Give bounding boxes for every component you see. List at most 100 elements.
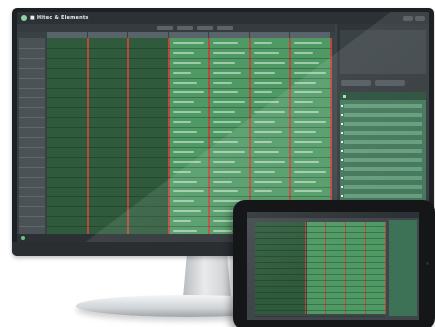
grid-cell[interactable]	[172, 41, 204, 44]
toolbar-button-3[interactable]	[197, 26, 213, 30]
grid-cell[interactable]	[172, 160, 201, 163]
grid-cell[interactable]	[172, 121, 191, 124]
toolbar-button-4[interactable]	[217, 26, 233, 30]
grid-cell[interactable]	[172, 220, 191, 223]
grid-cell[interactable]	[294, 71, 326, 74]
grid-cell[interactable]	[172, 230, 198, 233]
grid-cell[interactable]	[294, 81, 316, 84]
side-list-item[interactable]	[341, 194, 422, 198]
side-panel-button-1[interactable]	[341, 80, 371, 86]
side-list-item[interactable]	[341, 104, 422, 108]
header-control-button[interactable]	[403, 15, 413, 21]
grid-row-line	[47, 166, 331, 168]
tablet-grid-row-line	[255, 316, 385, 317]
grid-cell[interactable]	[294, 140, 323, 143]
grid-cell[interactable]	[294, 61, 320, 64]
status-indicator-icon	[21, 236, 25, 240]
row-header-line	[19, 176, 45, 178]
bullet-icon	[341, 150, 343, 152]
row-header-line	[19, 196, 45, 198]
grid-cell[interactable]	[213, 121, 242, 124]
grid-cell[interactable]	[294, 41, 323, 44]
grid-cell[interactable]	[253, 41, 273, 44]
side-panel-button-2[interactable]	[375, 80, 405, 86]
side-list-item[interactable]	[341, 113, 422, 117]
side-list-item[interactable]	[341, 185, 422, 189]
grid-cell[interactable]	[172, 71, 191, 74]
row-header-line	[19, 87, 45, 89]
grid-cell[interactable]	[213, 180, 232, 183]
grid-cell[interactable]	[253, 131, 282, 134]
side-list-header	[340, 92, 426, 100]
grid-cell[interactable]	[172, 210, 201, 213]
tablet-grid-row-line	[255, 268, 385, 269]
tablet-grid-row-line	[255, 280, 385, 281]
grid-row-line	[47, 127, 331, 129]
side-list-item[interactable]	[341, 122, 422, 126]
side-list-item[interactable]	[341, 149, 422, 153]
grid-cell[interactable]	[172, 180, 198, 183]
grid-cell[interactable]	[213, 61, 235, 64]
toolbar-button-1[interactable]	[157, 26, 173, 30]
grid-cell[interactable]	[213, 140, 239, 143]
app-header: ■ Hitec & Elements	[17, 12, 429, 24]
grid-cell[interactable]	[172, 111, 201, 114]
grid-cell[interactable]	[294, 51, 313, 54]
grid-cell[interactable]	[213, 131, 232, 134]
side-list-item[interactable]	[341, 176, 422, 180]
grid-cell[interactable]	[294, 111, 320, 114]
grid-cell[interactable]	[294, 121, 326, 124]
side-list-item[interactable]	[341, 167, 422, 171]
grid-cell[interactable]	[253, 51, 279, 54]
tablet-column-separator	[385, 222, 386, 314]
header-control-button[interactable]	[415, 15, 425, 21]
grid-cell[interactable]	[253, 170, 276, 173]
tablet-grid-row-line	[255, 304, 385, 305]
bullet-icon	[341, 114, 343, 116]
side-list-item[interactable]	[341, 158, 422, 162]
grid-cell[interactable]	[172, 170, 191, 173]
grid-cell[interactable]	[253, 140, 273, 143]
grid-cell[interactable]	[294, 150, 313, 153]
row-header-line	[19, 127, 45, 129]
grid-cell[interactable]	[213, 71, 242, 74]
toolbar-button-2[interactable]	[177, 26, 193, 30]
row-header-line	[19, 137, 45, 138]
bullet-icon	[341, 177, 343, 179]
grid-cell[interactable]	[213, 81, 232, 84]
grid-cell[interactable]	[172, 61, 201, 64]
grid-cell[interactable]	[172, 140, 204, 143]
tablet-grid-row-line	[255, 238, 385, 239]
grid-cell[interactable]	[253, 71, 276, 74]
grid-cell[interactable]	[172, 131, 198, 134]
grid-cell[interactable]	[253, 111, 286, 114]
list-icon	[343, 94, 346, 98]
grid-cell[interactable]	[294, 160, 320, 163]
side-list-item[interactable]	[341, 131, 422, 135]
grid-cell[interactable]	[294, 131, 316, 134]
grid-cell[interactable]	[213, 160, 235, 163]
grid-cell[interactable]	[253, 180, 282, 183]
grid-cell[interactable]	[253, 150, 279, 153]
row-header-line	[19, 226, 45, 228]
grid-row-line	[47, 156, 331, 158]
side-list-item[interactable]	[341, 140, 422, 144]
grid-cell[interactable]	[172, 81, 198, 84]
grid-cell[interactable]	[213, 150, 245, 153]
grid-cell[interactable]	[253, 81, 282, 84]
grid-cell[interactable]	[213, 230, 232, 233]
grid-row-line	[47, 97, 331, 99]
grid-cell[interactable]	[213, 170, 242, 173]
grid-cell[interactable]	[213, 41, 239, 44]
grid-cell[interactable]	[253, 61, 286, 64]
grid-cell[interactable]	[213, 111, 235, 114]
grid-cell[interactable]	[213, 210, 235, 213]
grid-cell[interactable]	[172, 150, 195, 153]
grid-cell[interactable]	[294, 180, 316, 183]
grid-cell[interactable]	[294, 170, 326, 173]
grid-cell[interactable]	[253, 160, 286, 163]
tablet-grid-row-line	[255, 274, 385, 275]
grid-cell[interactable]	[253, 121, 276, 124]
grid-cell[interactable]	[213, 51, 245, 54]
grid-cell[interactable]	[172, 51, 195, 54]
